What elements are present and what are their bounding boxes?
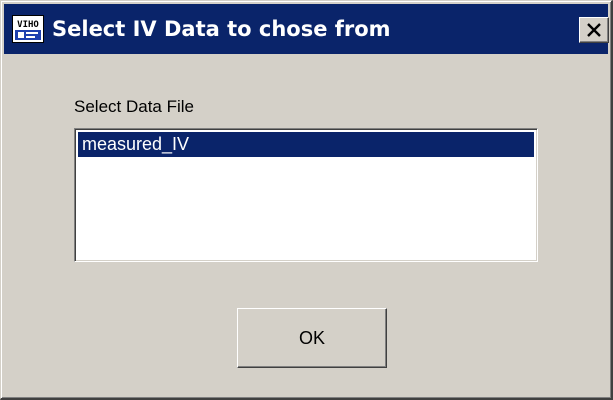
dialog-window: VIHO Select IV Data to chose from Select…: [0, 0, 613, 400]
title-bar[interactable]: VIHO Select IV Data to chose from: [4, 4, 609, 54]
window-title: Select IV Data to chose from: [52, 17, 391, 41]
ok-button[interactable]: OK: [237, 308, 387, 368]
close-button[interactable]: [579, 17, 609, 43]
select-data-file-label: Select Data File: [74, 97, 194, 116]
list-item-measured-iv[interactable]: measured_IV: [78, 132, 534, 157]
close-icon: [587, 23, 601, 37]
svg-text:VIHO: VIHO: [17, 20, 39, 30]
app-icon: VIHO: [12, 15, 44, 43]
data-file-listbox[interactable]: measured_IV: [74, 128, 538, 262]
